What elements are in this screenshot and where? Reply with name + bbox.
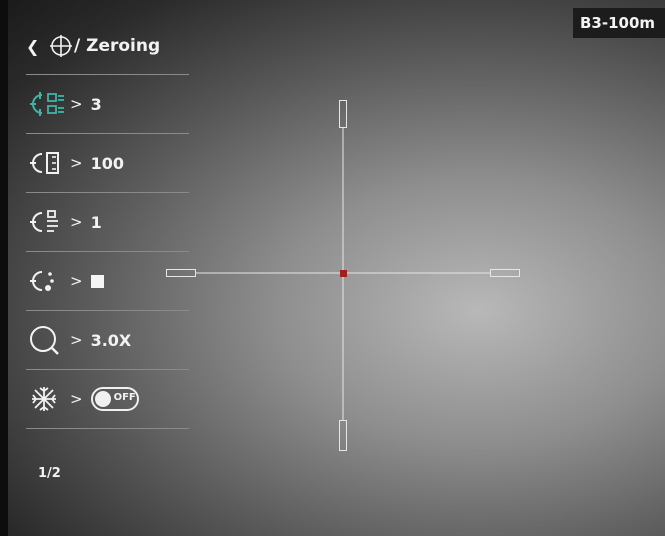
reticle-top-post bbox=[339, 100, 347, 128]
reticle-left-post bbox=[166, 269, 196, 277]
reticle-bottom-post bbox=[339, 420, 347, 451]
reticle-center-dot bbox=[340, 270, 347, 277]
reticle-right-post bbox=[490, 269, 520, 277]
reticle bbox=[166, 100, 520, 451]
